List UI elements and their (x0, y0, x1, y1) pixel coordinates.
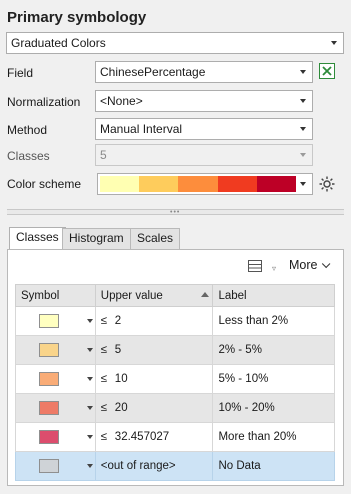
table-view-icon[interactable] (248, 260, 262, 272)
renderer-value: Graduated Colors (11, 36, 106, 50)
upper-value: 10 (114, 373, 128, 385)
table-row[interactable]: ≤20 10% - 20% (15, 393, 335, 423)
color-ramp-segment (217, 176, 257, 192)
symbol-cell[interactable] (15, 451, 96, 481)
grip-icon: ••• (170, 209, 181, 216)
chevron-down-icon[interactable] (87, 377, 93, 381)
color-ramp-segment (178, 176, 218, 192)
tab-histogram[interactable]: Histogram (62, 228, 131, 249)
more-button[interactable]: More (289, 258, 331, 272)
chevron-down-icon[interactable] (87, 319, 93, 323)
classes-dropdown: 5 (95, 144, 313, 166)
upper-value-cell[interactable]: ≤2 (94, 306, 214, 336)
classes-table: Symbol Upper value Label ≤2 Less than 2% ≤… (15, 284, 335, 481)
chevron-down-icon (300, 153, 306, 157)
less-equal-operator: ≤ (100, 402, 108, 414)
field-value: ChinesePercentage (100, 65, 206, 79)
symbol-swatch[interactable] (39, 343, 59, 357)
chevron-down-icon[interactable] (87, 435, 93, 439)
symbol-swatch[interactable] (39, 401, 59, 415)
label-cell[interactable]: More than 20% (212, 422, 335, 452)
table-row[interactable]: ≤5 2% - 5% (15, 335, 335, 365)
upper-value-cell[interactable]: ≤32.457027 (94, 422, 214, 452)
upper-value: 20 (114, 402, 128, 414)
chevron-down-icon (300, 70, 306, 74)
symbol-swatch[interactable] (39, 314, 59, 328)
label-cell[interactable]: 5% - 10% (212, 364, 335, 394)
more-label: More (289, 258, 318, 272)
chevron-down-icon[interactable] (87, 406, 93, 410)
symbol-cell[interactable] (15, 364, 96, 394)
dropdown-arrow-icon[interactable]: ▿ (272, 264, 276, 273)
normalization-label: Normalization (7, 95, 81, 109)
symbol-cell[interactable] (15, 335, 96, 365)
classes-label: Classes (7, 149, 50, 163)
table-row[interactable]: ≤10 5% - 10% (15, 364, 335, 394)
field-dropdown[interactable]: ChinesePercentage (95, 61, 313, 83)
symbol-swatch[interactable] (39, 459, 59, 473)
upper-value: <out of range> (100, 460, 176, 472)
table-header-row: Symbol Upper value Label (15, 284, 335, 307)
less-equal-operator: ≤ (100, 431, 108, 443)
renderer-dropdown[interactable]: Graduated Colors (6, 32, 344, 54)
color-scheme-label: Color scheme (7, 177, 82, 191)
symbol-swatch[interactable] (39, 372, 59, 386)
header-label[interactable]: Label (212, 284, 335, 307)
symbol-cell[interactable] (15, 422, 96, 452)
tab-classes[interactable]: Classes (9, 227, 66, 250)
header-upper-value[interactable]: Upper value (94, 284, 214, 307)
symbol-cell[interactable] (15, 393, 96, 423)
symbol-cell[interactable] (15, 306, 96, 336)
upper-value-cell[interactable]: ≤20 (94, 393, 214, 423)
color-ramp-segment (100, 176, 140, 192)
color-ramp-segment (256, 176, 296, 192)
upper-value-cell[interactable]: ≤5 (94, 335, 214, 365)
method-value: Manual Interval (100, 122, 183, 136)
field-label: Field (7, 66, 34, 80)
label-cell[interactable]: 10% - 20% (212, 393, 335, 423)
less-equal-operator: ≤ (100, 315, 108, 327)
sort-ascending-icon (201, 292, 209, 297)
normalization-dropdown[interactable]: <None> (95, 90, 313, 112)
chevron-down-icon (300, 127, 306, 131)
chevron-down-icon (300, 182, 306, 186)
table-row[interactable]: ≤2 Less than 2% (15, 306, 335, 336)
upper-value-cell[interactable]: <out of range> (94, 451, 214, 481)
normalization-value: <None> (100, 94, 143, 108)
color-scheme-dropdown[interactable] (97, 173, 313, 195)
upper-value: 32.457027 (114, 431, 170, 443)
label-cell[interactable]: No Data (212, 451, 335, 481)
spreadsheet-icon[interactable] (319, 63, 335, 79)
table-row[interactable]: ≤32.457027 More than 20% (15, 422, 335, 452)
gear-icon[interactable] (318, 175, 336, 193)
upper-value: 5 (114, 344, 122, 356)
upper-value: 2 (114, 315, 122, 327)
panel-splitter[interactable]: ••• (7, 209, 344, 216)
chevron-down-icon[interactable] (87, 348, 93, 352)
symbol-swatch[interactable] (39, 430, 59, 444)
header-symbol[interactable]: Symbol (15, 284, 96, 307)
color-ramp-segment (139, 176, 179, 192)
method-label: Method (7, 123, 48, 137)
classes-value: 5 (100, 148, 107, 162)
label-cell[interactable]: 2% - 5% (212, 335, 335, 365)
chevron-down-icon (331, 41, 337, 45)
less-equal-operator: ≤ (100, 344, 108, 356)
tab-scales[interactable]: Scales (130, 228, 181, 249)
less-equal-operator: ≤ (100, 373, 108, 385)
section-title: Primary symbology (7, 9, 147, 26)
table-row[interactable]: <out of range> No Data (15, 451, 335, 481)
chevron-down-icon[interactable] (87, 464, 93, 468)
label-cell[interactable]: Less than 2% (212, 306, 335, 336)
chevron-down-icon (300, 99, 306, 103)
upper-value-cell[interactable]: ≤10 (94, 364, 214, 394)
method-dropdown[interactable]: Manual Interval (95, 118, 313, 140)
